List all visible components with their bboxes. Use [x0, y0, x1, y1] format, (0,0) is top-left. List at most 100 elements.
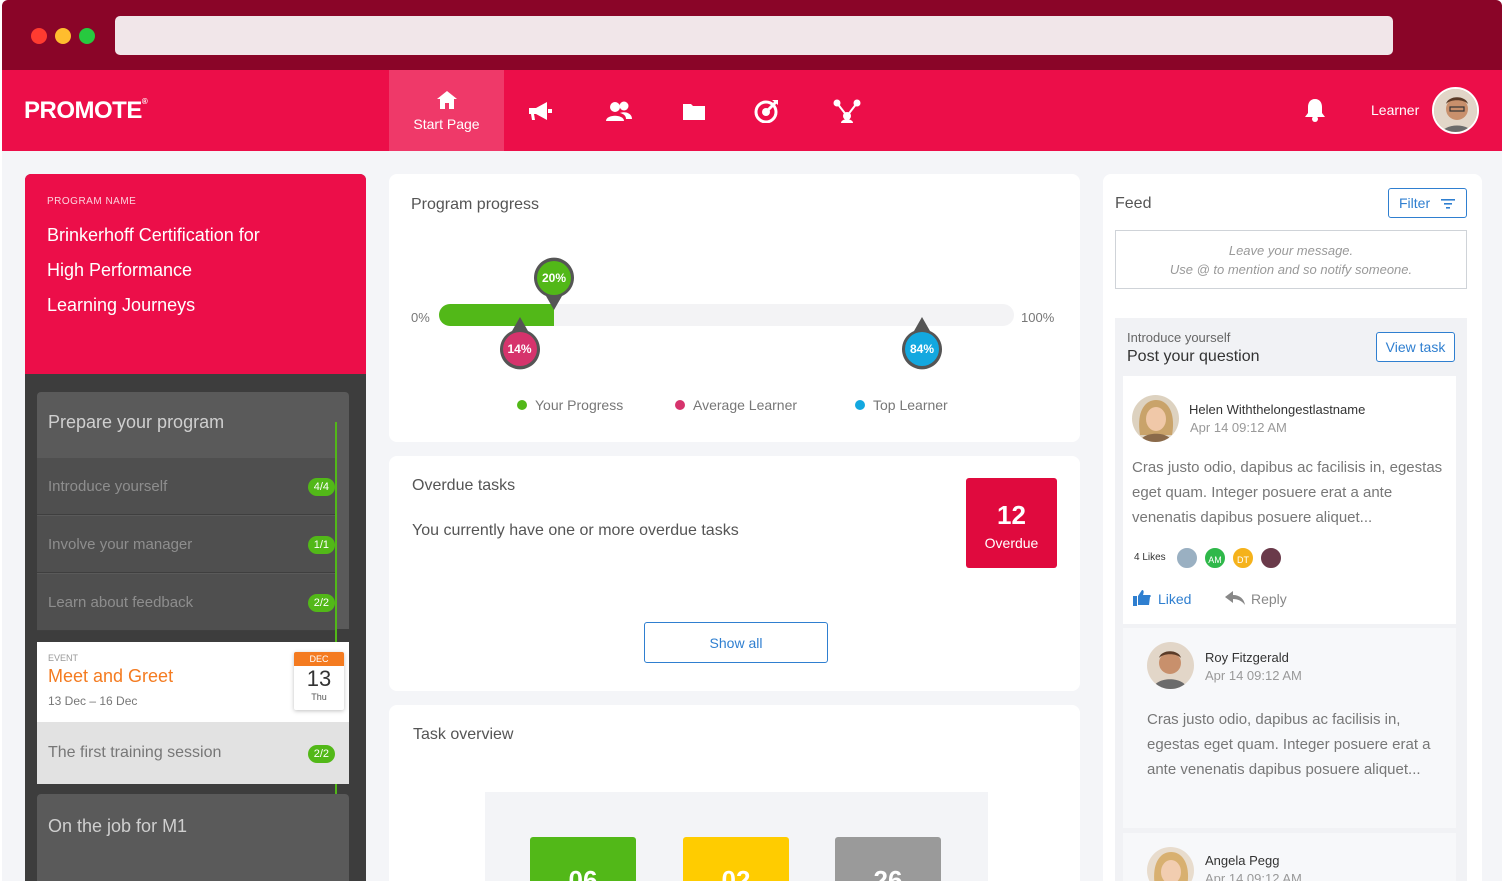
task-introduce-yourself[interactable]: Introduce yourself 4/4: [37, 458, 335, 515]
home-icon: [436, 90, 457, 109]
program-progress-card: Program progress 0% 100% 20% 14% 84% You…: [389, 174, 1080, 442]
comment: Roy Fitzgerald Apr 14 09:12 AM Cras just…: [1123, 628, 1456, 828]
feed-title: Feed: [1115, 195, 1152, 212]
calendar-day: 13: [306, 666, 332, 691]
target-icon: [754, 99, 778, 123]
network-icon: [833, 99, 861, 123]
marker-label: 84%: [909, 342, 935, 356]
reply-button[interactable]: Reply: [1225, 591, 1287, 607]
comment-date: Apr 14 09:12 AM: [1205, 668, 1302, 683]
progress-max-label: 100%: [1021, 310, 1055, 325]
event-dates: 13 Dec – 16 Dec: [48, 694, 138, 708]
task-label: Involve your manager: [48, 536, 193, 553]
program-name-label: PROGRAM NAME: [47, 196, 137, 207]
program-sidebar: PROGRAM NAME Brinkerhoff Certification f…: [25, 174, 366, 881]
post-text: Cras justo odio, dapibus ac facilisis in…: [1132, 459, 1443, 526]
task-label: Learn about feedback: [48, 594, 194, 611]
task-count-upcoming[interactable]: 26: [835, 837, 941, 881]
user-avatar[interactable]: [1432, 87, 1479, 134]
event-card[interactable]: EVENT Meet and Greet 13 Dec – 16 Dec DEC…: [37, 642, 349, 722]
message-placeholder-line-1: Leave your message.: [1228, 243, 1354, 258]
task-label: The first training session: [48, 744, 222, 761]
marker-label: 20%: [541, 271, 567, 285]
event-title: Meet and Greet: [48, 666, 174, 686]
feed-panel: Feed Filter Leave your message. Use @ to…: [1103, 174, 1482, 881]
nav-network[interactable]: [827, 70, 867, 151]
calendar-icon: DEC 13 Thu: [294, 652, 344, 710]
phase-on-the-job[interactable]: On the job for M1: [37, 794, 349, 881]
commenter-name[interactable]: Angela Pegg: [1205, 853, 1279, 868]
overdue-tasks-card: Overdue tasks You currently have one or …: [389, 456, 1080, 691]
thumbs-up-icon: [1133, 590, 1151, 606]
task-label: Introduce yourself: [48, 478, 168, 495]
comment: Angela Pegg Apr 14 09:12 AM: [1123, 833, 1456, 881]
task-count-pending[interactable]: 02: [683, 837, 789, 881]
post-context: Introduce yourself: [1127, 330, 1231, 345]
liker-avatar[interactable]: AM: [1203, 546, 1227, 570]
megaphone-icon: [529, 101, 552, 120]
address-bar[interactable]: [115, 16, 1393, 55]
browser-chrome: [2, 0, 1502, 70]
liker-avatar[interactable]: [1175, 546, 1199, 570]
comment-date: Apr 14 09:12 AM: [1205, 871, 1302, 881]
task-first-training-session[interactable]: The first training session 2/2: [37, 722, 349, 784]
nav-start-page[interactable]: Start Page: [389, 70, 504, 151]
task-learn-feedback[interactable]: Learn about feedback 2/2: [37, 574, 335, 631]
logo[interactable]: PROMOTE®: [24, 97, 148, 125]
filter-button[interactable]: Filter: [1388, 188, 1467, 218]
your-progress-marker: 20%: [532, 256, 576, 310]
app-header: PROMOTE® Start Page Learner: [2, 70, 1502, 151]
likes-count[interactable]: 4 Likes: [1134, 552, 1166, 563]
task-badge: 4/4: [307, 478, 335, 496]
commenter-avatar[interactable]: [1147, 642, 1194, 689]
show-all-button[interactable]: Show all: [644, 622, 828, 663]
task-count-completed[interactable]: 06: [530, 837, 636, 881]
card-title: Task overview: [413, 726, 514, 743]
average-learner-marker: 14%: [498, 317, 542, 371]
program-header: PROGRAM NAME Brinkerhoff Certification f…: [25, 174, 366, 374]
overdue-message: You currently have one or more overdue t…: [412, 522, 739, 539]
message-input[interactable]: Leave your message. Use @ to mention and…: [1115, 230, 1467, 289]
minimize-window-button[interactable]: [55, 28, 71, 44]
post-title: Post your question: [1127, 348, 1260, 365]
nav-people[interactable]: [599, 70, 639, 151]
legend-your-progress: Your Progress: [517, 397, 623, 413]
maximize-window-button[interactable]: [79, 28, 95, 44]
task-involve-manager[interactable]: Involve your manager 1/1: [37, 516, 335, 573]
post-body: Helen Withthelongestlastname Apr 14 09:1…: [1123, 376, 1456, 624]
author-name[interactable]: Helen Withthelongestlastname: [1189, 402, 1365, 417]
overdue-count: 12: [997, 500, 1026, 530]
liker-avatar[interactable]: [1259, 546, 1283, 570]
commenter-name[interactable]: Roy Fitzgerald: [1205, 650, 1289, 665]
view-task-button[interactable]: View task: [1376, 332, 1455, 362]
nav-label: Start Page: [413, 115, 480, 132]
card-title: Overdue tasks: [412, 477, 516, 494]
overdue-count-label: Overdue: [984, 535, 1039, 551]
phase-title: On the job for M1: [48, 816, 188, 836]
reply-arrow-icon: [1225, 591, 1245, 605]
post-date: Apr 14 09:12 AM: [1190, 420, 1287, 435]
phase-title: Prepare your program: [48, 412, 225, 432]
user-name[interactable]: Learner: [1371, 102, 1419, 118]
liked-button[interactable]: Liked: [1133, 590, 1191, 607]
event-tag: EVENT: [48, 653, 79, 663]
legend-average-learner: Average Learner: [675, 397, 797, 413]
filter-icon: [1441, 199, 1455, 209]
filter-label: Filter: [1399, 195, 1431, 211]
commenter-avatar[interactable]: [1147, 847, 1194, 881]
close-window-button[interactable]: [31, 28, 47, 44]
nav-announcements[interactable]: [520, 70, 560, 151]
nav-files[interactable]: [674, 70, 714, 151]
calendar-month: DEC: [294, 652, 344, 666]
message-placeholder-line-2: Use @ to mention and so notify someone.: [1169, 262, 1413, 277]
notifications-bell-icon[interactable]: [1304, 98, 1326, 127]
overdue-count-badge[interactable]: 12 Overdue: [966, 478, 1057, 568]
marker-label: 14%: [507, 342, 532, 356]
nav-goals[interactable]: [747, 70, 787, 151]
people-icon: [606, 101, 632, 121]
author-avatar[interactable]: [1132, 395, 1179, 442]
comment-text: Cras justo odio, dapibus ac facilisis in…: [1147, 711, 1431, 778]
task-overview-card: Task overview 06 02 26: [389, 705, 1080, 881]
task-badge: 2/2: [307, 745, 335, 763]
liker-avatar[interactable]: DT: [1231, 546, 1255, 570]
